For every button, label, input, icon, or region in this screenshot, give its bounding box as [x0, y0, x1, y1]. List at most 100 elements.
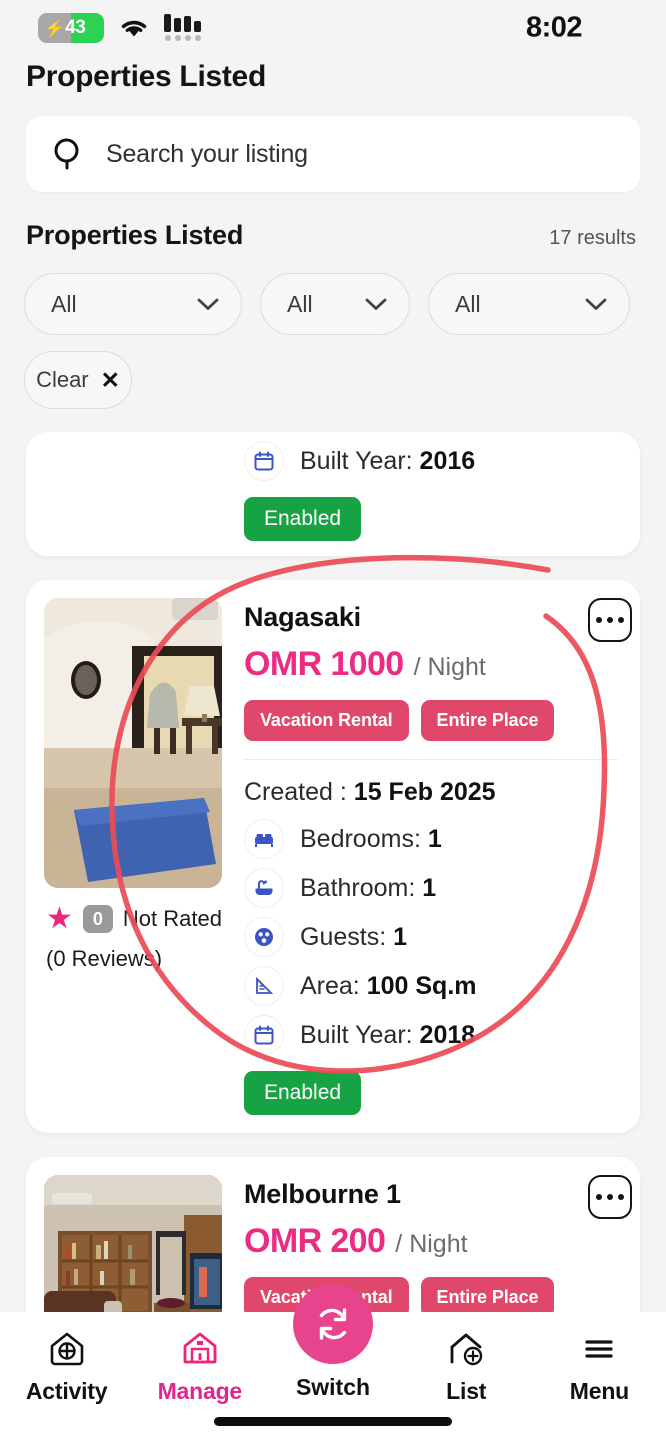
spec-built-year: Built Year: 2016 [244, 441, 618, 481]
status-badge: Enabled [244, 1071, 362, 1115]
property-thumbnail[interactable] [44, 1175, 222, 1312]
spec-area-text: Area: 100 Sq.m [300, 972, 477, 1001]
tag-entire-place: Entire Place [420, 700, 555, 741]
rating-label: Not Rated [122, 906, 222, 931]
spec-built-year-value: 2016 [419, 446, 476, 475]
chevron-down-icon [365, 298, 387, 310]
spec-bedrooms-text: Bedrooms: 1 [300, 825, 442, 854]
spec-guests-text: Guests: 1 [300, 923, 407, 952]
created-label: Created : [244, 778, 347, 806]
tag-vacation-rental: Vacation Rental [244, 700, 409, 741]
signal-bars-icon [164, 14, 201, 41]
clear-filters-label: Clear [36, 367, 89, 392]
ruler-icon [244, 966, 284, 1006]
tag-entire-place: Entire Place [420, 1277, 555, 1312]
nav-item-list[interactable]: List [400, 1328, 533, 1405]
property-price-unit: / Night [413, 653, 486, 681]
spec-bedrooms-label: Bedrooms: [300, 824, 421, 853]
rating-value: 0 [82, 904, 113, 934]
property-thumbnail-image [44, 598, 222, 888]
nav-item-menu-label: Menu [569, 1378, 630, 1404]
property-card-partial-right: Built Year: 2016 Enabled [222, 432, 640, 541]
filter-row: All All All [0, 251, 666, 335]
nav-item-list-label: List [446, 1378, 487, 1404]
reviews-count: (0 Reviews) [46, 946, 163, 971]
search-placeholder: Search your listing [106, 139, 308, 168]
spec-guests: Guests: 1 [244, 917, 618, 957]
clear-filters-button[interactable]: Clear ✕ [24, 351, 132, 409]
chevron-down-icon [197, 298, 219, 310]
property-price: OMR 200 [244, 1222, 386, 1260]
spec-bathroom-text: Bathroom: 1 [300, 874, 436, 903]
spec-bathroom-value: 1 [422, 873, 437, 902]
charging-bolt-icon: ⚡ [44, 18, 66, 38]
status-bar: ⚡ 43 8:02 [0, 0, 666, 56]
spec-guests-value: 1 [393, 922, 408, 951]
filter-dropdown-3[interactable]: All [428, 273, 630, 335]
nav-item-manage-label: Manage [157, 1378, 243, 1404]
calendar-icon [244, 441, 284, 481]
search-icon [54, 138, 79, 170]
spec-built-year-value: 2018 [419, 1020, 476, 1049]
property-title: Melbourne 1 [244, 1179, 401, 1209]
filter-dropdown-3-label: All [455, 290, 481, 317]
status-badge: Enabled [244, 497, 362, 541]
nav-item-manage[interactable]: Manage [133, 1328, 266, 1405]
switch-fab-button[interactable] [293, 1284, 373, 1364]
section-title: Properties Listed [26, 220, 244, 250]
filter-dropdown-2[interactable]: All [260, 273, 410, 335]
nav-item-menu[interactable]: Menu [533, 1328, 666, 1405]
spec-bedrooms: Bedrooms: 1 [244, 819, 618, 859]
nav-item-switch[interactable]: Switch [266, 1284, 399, 1401]
chevron-down-icon [585, 298, 607, 310]
nav-item-activity[interactable]: Activity [0, 1328, 133, 1405]
page-title: Properties Listed [26, 60, 266, 93]
battery-charging-icon: ⚡ 43 [38, 13, 104, 43]
property-specs: Built Year: 2016 [244, 441, 618, 481]
property-title: Nagasaki [244, 602, 361, 632]
property-thumbnail-image [44, 1175, 222, 1312]
filter-dropdown-1[interactable]: All [24, 273, 242, 335]
bed-icon [244, 819, 284, 859]
home-indicator [214, 1417, 452, 1426]
spec-area-label: Area: [300, 971, 360, 1000]
nav-item-activity-label: Activity [25, 1378, 108, 1404]
property-price-unit: / Night [395, 1230, 468, 1258]
guests-icon [244, 917, 284, 957]
home-manage-icon [183, 1332, 217, 1364]
property-list[interactable]: Built Year: 2016 Enabled ★ 0 Not Rated (… [0, 432, 666, 1312]
filter-dropdown-2-label: All [287, 290, 313, 317]
more-options-icon[interactable] [588, 1175, 632, 1219]
property-card-left [26, 1175, 222, 1312]
filter-dropdown-1-label: All [51, 290, 77, 317]
property-tags: Vacation Rental Entire Place [244, 700, 618, 741]
more-options-icon[interactable] [588, 598, 632, 642]
section-header: Properties Listed 17 results [0, 192, 666, 251]
property-card-partial[interactable]: Built Year: 2016 Enabled [26, 432, 640, 556]
price-row: OMR 1000 / Night [244, 645, 618, 684]
status-bar-left: ⚡ 43 [38, 13, 201, 43]
top-zone: Properties Listed Search your listing Pr… [0, 56, 666, 417]
battery-level-label: 43 [65, 17, 86, 38]
property-card-left: ★ 0 Not Rated (0 Reviews) [26, 598, 222, 1115]
spec-guests-label: Guests: [300, 922, 387, 951]
created-date: 15 Feb 2025 [353, 778, 496, 806]
created-row: Created : 15 Feb 2025 [244, 778, 618, 807]
home-plus-icon [450, 1333, 483, 1366]
spec-area: Area: 100 Sq.m [244, 966, 618, 1006]
search-input[interactable]: Search your listing [26, 116, 640, 192]
price-row: OMR 200 / Night [244, 1222, 618, 1261]
spec-bathroom: Bathroom: 1 [244, 868, 618, 908]
spec-built-year-label: Built Year: [300, 1020, 413, 1049]
close-icon: ✕ [100, 366, 120, 393]
bottom-navigation: Activity Manage Switch List Menu [0, 1284, 666, 1440]
status-bar-clock: 8:02 [525, 11, 583, 44]
wifi-icon [121, 20, 147, 37]
spec-area-value: 100 Sq.m [366, 971, 477, 1000]
home-grid-icon [50, 1332, 83, 1366]
property-card-nagasaki[interactable]: ★ 0 Not Rated (0 Reviews) Nagasaki OMR 1… [26, 580, 640, 1133]
property-thumbnail[interactable] [44, 598, 222, 888]
rating-row: ★ 0 Not Rated [44, 904, 222, 934]
bathtub-icon [244, 868, 284, 908]
star-icon: ★ [46, 902, 73, 935]
